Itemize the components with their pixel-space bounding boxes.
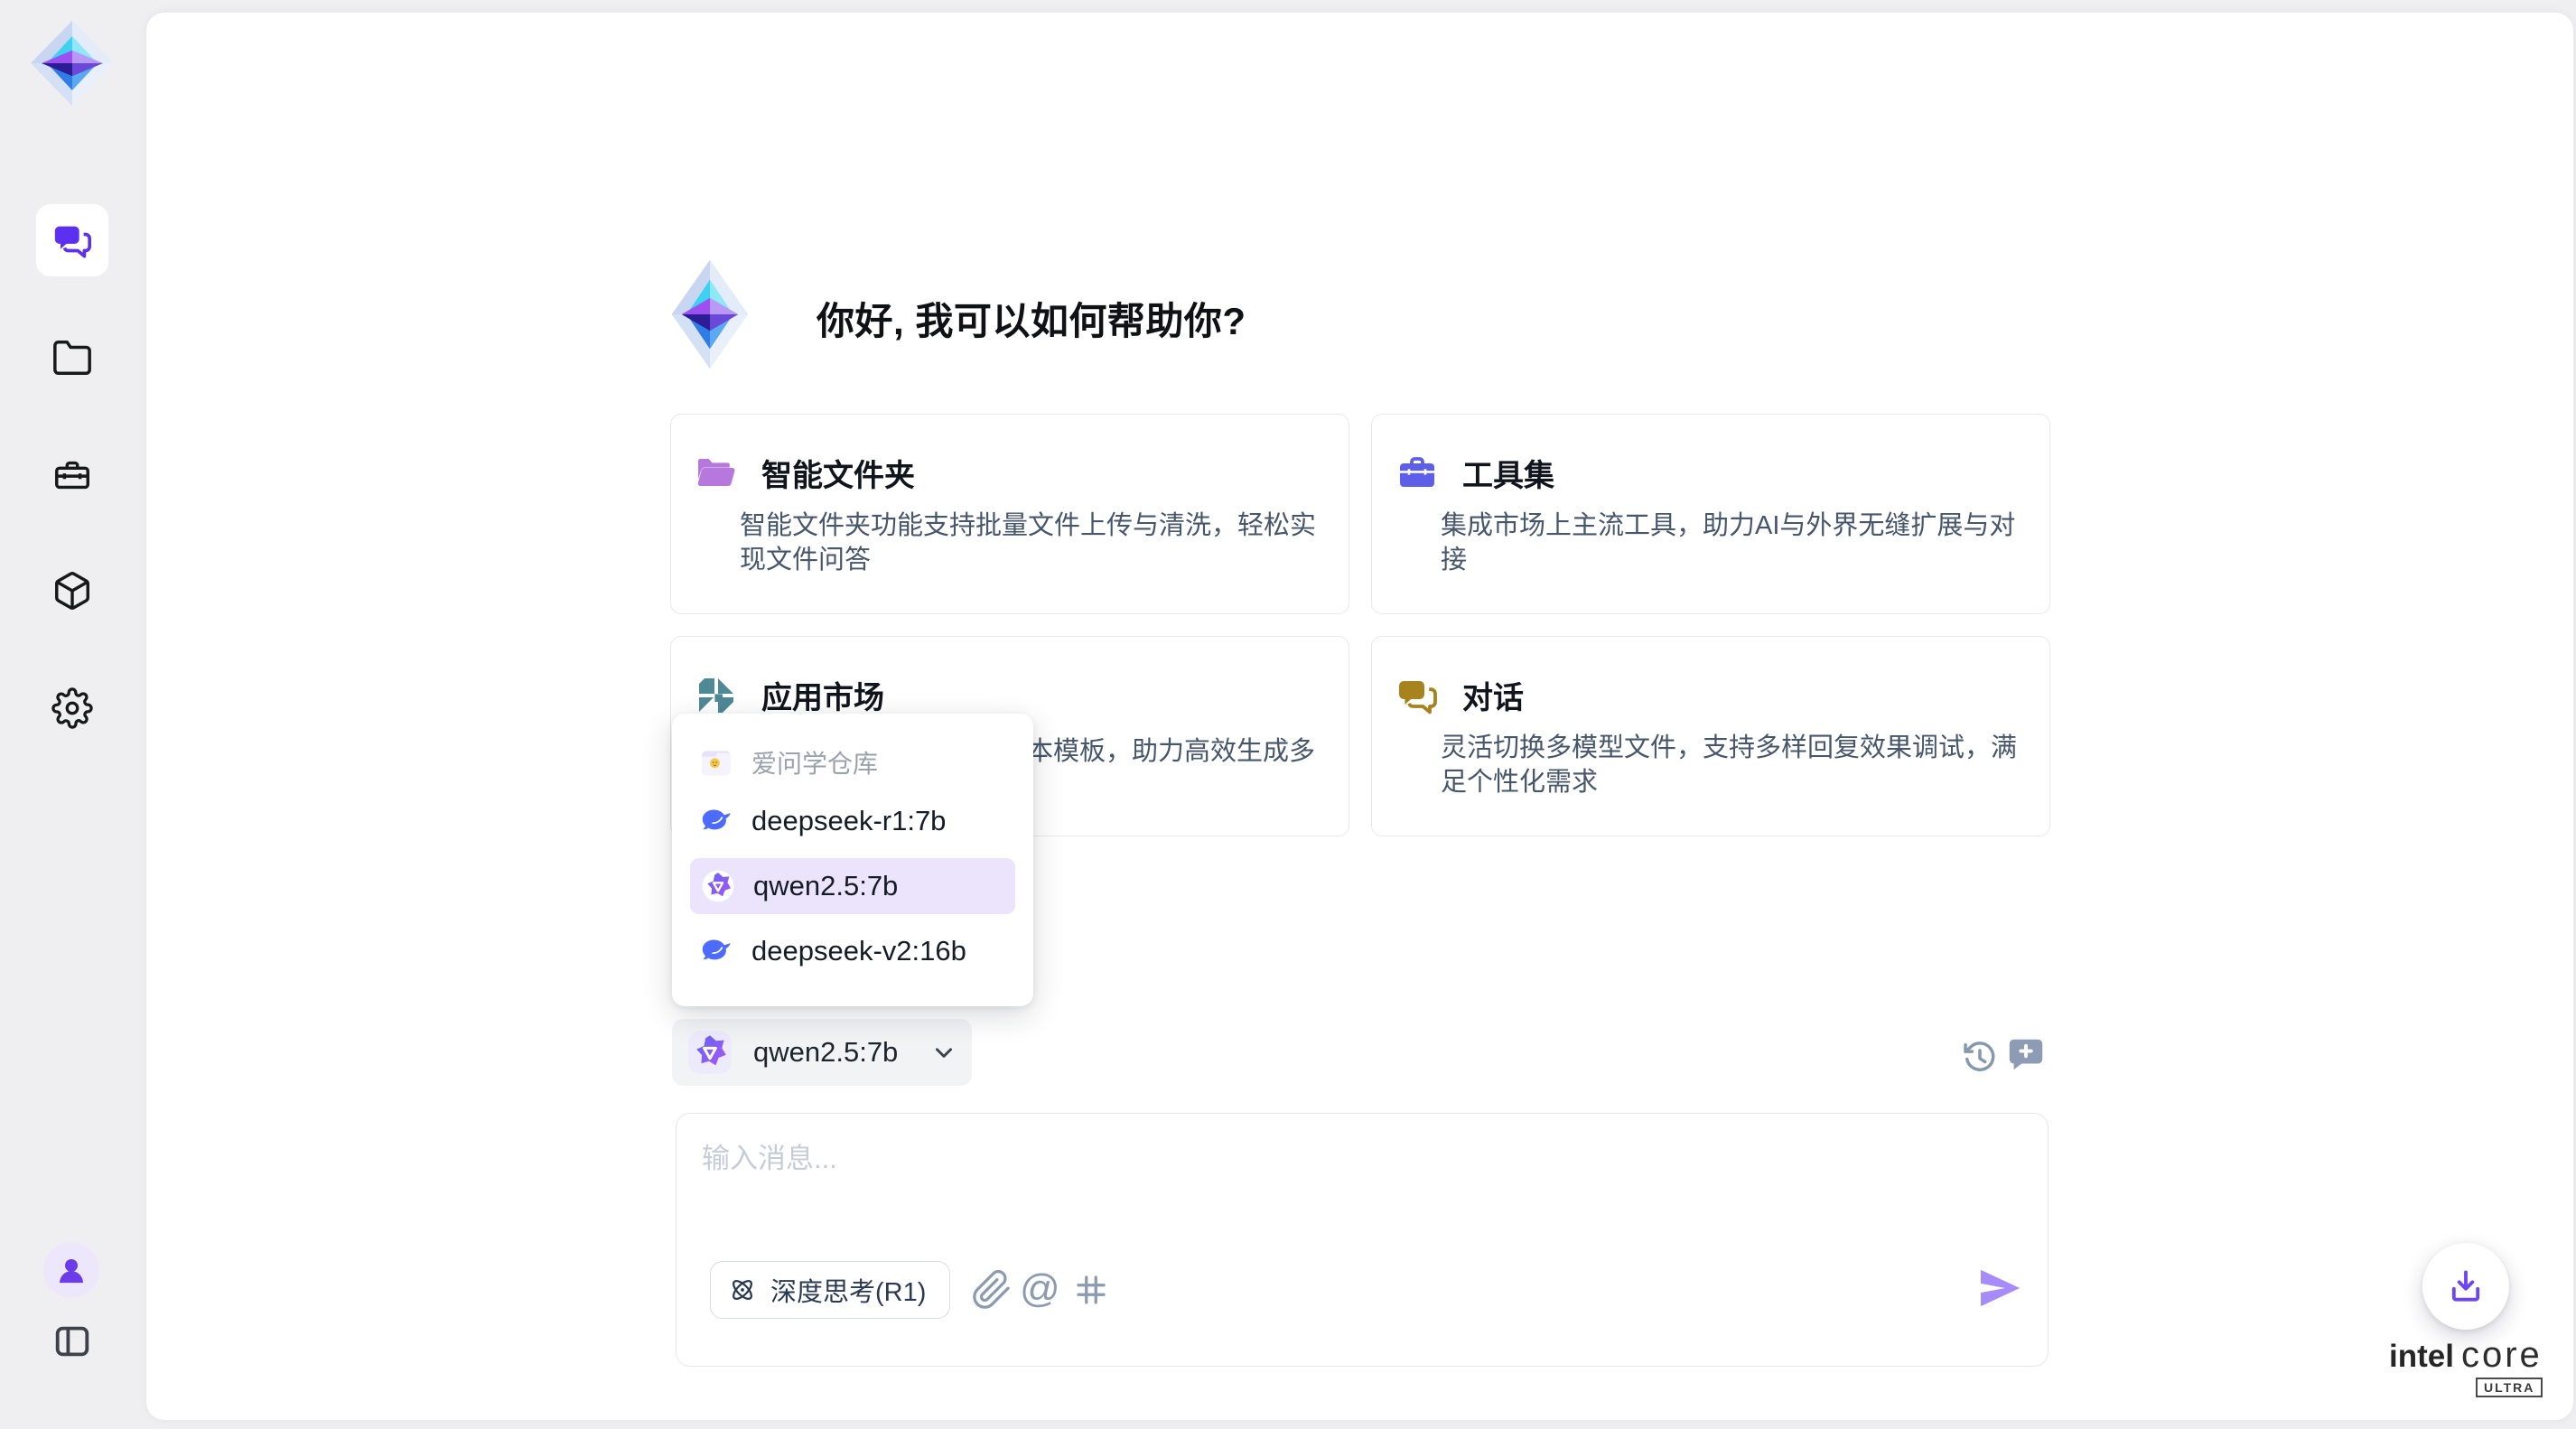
at-sign-icon[interactable]: @ — [1020, 1269, 1060, 1309]
panel-toggle-icon — [51, 1321, 93, 1362]
history-button[interactable] — [1960, 1037, 2000, 1077]
deep-think-button[interactable]: 深度思考(R1) — [710, 1261, 950, 1319]
new-chat-button[interactable] — [2005, 1033, 2045, 1073]
repo-folder-icon — [699, 745, 733, 780]
new-chat-icon — [2005, 1033, 2045, 1075]
card-smart-folder[interactable]: 智能文件夹 智能文件夹功能支持批量文件上传与清洗，轻松实现文件问答 — [670, 414, 1349, 614]
app-logo — [27, 18, 117, 108]
greeting-logo — [668, 257, 751, 372]
deepseek-whale-icon — [699, 804, 733, 838]
toolbox-filled-icon — [1395, 452, 1439, 495]
model-option-label: deepseek-r1:7b — [751, 805, 946, 837]
model-group-header: 爱问学仓库 — [672, 741, 1033, 784]
app-grid-icon — [695, 674, 738, 717]
card-title: 工具集 — [1462, 451, 1554, 495]
folder-open-icon — [695, 452, 738, 495]
core-wordmark: core — [2461, 1335, 2543, 1376]
model-dropdown: 爱问学仓库 deepseek-r1:7b qwen2.5:7b — [672, 714, 1033, 1006]
sidebar-item-chat[interactable] — [36, 204, 108, 276]
message-input[interactable] — [700, 1134, 1986, 1237]
card-conversation[interactable]: 对话 灵活切换多模型文件，支持多样回复效果调试，满足个性化需求 — [1371, 636, 2050, 836]
greeting-title: 你好, 我可以如何帮助你? — [817, 291, 1246, 346]
ultra-badge: ULTRA — [2476, 1378, 2543, 1397]
chat-bubbles-icon — [51, 219, 93, 261]
model-option-qwen25-selected[interactable]: qwen2.5:7b — [690, 858, 1015, 914]
cube-icon — [51, 570, 93, 612]
card-description: 灵活切换多模型文件，支持多样回复效果调试，满足个性化需求 — [1441, 731, 2019, 799]
chevron-down-icon — [930, 1039, 957, 1066]
model-option-deepseek-r1[interactable]: deepseek-r1:7b — [672, 793, 1033, 849]
deep-think-label: 深度思考(R1) — [770, 1271, 926, 1309]
panel-toggle-button[interactable] — [51, 1321, 93, 1362]
model-option-label: deepseek-v2:16b — [751, 935, 966, 967]
toolbox-icon — [51, 454, 93, 496]
composer: 深度思考(R1) @ — [676, 1113, 2049, 1367]
sidebar — [0, 0, 146, 1429]
card-title: 应用市场 — [761, 673, 884, 717]
send-icon — [1974, 1263, 2025, 1313]
model-option-label: qwen2.5:7b — [753, 870, 898, 902]
chat-bubbles-icon — [1395, 674, 1439, 717]
intel-core-ultra-branding: intel core ULTRA — [2389, 1335, 2543, 1397]
model-selector-value: qwen2.5:7b — [753, 1036, 898, 1069]
atom-icon — [727, 1275, 758, 1305]
sidebar-item-models[interactable] — [36, 555, 108, 627]
card-description: 集成市场上主流工具，助力AI与外界无缝扩展与对接 — [1441, 509, 2019, 577]
sidebar-item-tools[interactable] — [36, 439, 108, 511]
card-description-partial: 本模板，助力高效生成多 — [1027, 734, 1315, 769]
model-option-deepseek-v2[interactable]: deepseek-v2:16b — [672, 923, 1033, 979]
card-title: 对话 — [1462, 673, 1524, 717]
sidebar-item-settings[interactable] — [36, 672, 108, 744]
hash-grid-icon[interactable] — [1072, 1271, 1110, 1309]
qwen-icon — [688, 1031, 732, 1074]
folder-icon — [51, 337, 93, 378]
paperclip-icon[interactable] — [971, 1269, 1013, 1311]
qwen-icon — [701, 869, 735, 903]
download-button[interactable] — [2422, 1243, 2509, 1330]
user-avatar-icon — [53, 1252, 89, 1288]
card-description: 智能文件夹功能支持批量文件上传与清洗，轻松实现文件问答 — [740, 509, 1318, 577]
intel-wordmark: intel — [2389, 1339, 2454, 1375]
sidebar-item-files[interactable] — [36, 322, 108, 394]
card-toolset[interactable]: 工具集 集成市场上主流工具，助力AI与外界无缝扩展与对接 — [1371, 414, 2050, 614]
download-icon — [2446, 1266, 2486, 1306]
model-selector[interactable]: qwen2.5:7b — [672, 1019, 972, 1086]
send-button[interactable] — [1974, 1263, 2025, 1313]
user-avatar[interactable] — [43, 1242, 99, 1298]
gear-icon — [51, 687, 93, 729]
history-icon — [1960, 1037, 2000, 1077]
model-group-label: 爱问学仓库 — [751, 744, 878, 780]
deepseek-whale-icon — [699, 934, 733, 968]
card-title: 智能文件夹 — [761, 451, 915, 495]
